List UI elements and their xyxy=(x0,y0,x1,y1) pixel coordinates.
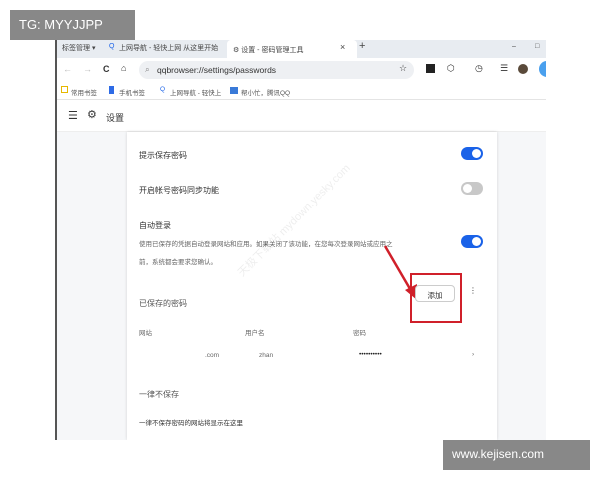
minimize-button[interactable]: – xyxy=(512,43,516,50)
site-watermark: www.kejisen.com xyxy=(443,440,590,470)
hamburger-icon[interactable]: ☰ xyxy=(68,109,78,122)
address-bar[interactable]: ⌕ qqbrowser://settings/passwords xyxy=(139,61,414,79)
column-site: 网站 xyxy=(139,330,152,337)
folder-icon xyxy=(61,86,68,93)
more-options-icon[interactable]: ⋮ xyxy=(469,286,477,295)
offer-save-toggle[interactable] xyxy=(461,147,483,160)
watermark: 天极下载站 mydown.yesky.com xyxy=(235,162,353,280)
gear-icon: ⚙ xyxy=(87,109,97,121)
sync-label: 开启帐号密码同步功能 xyxy=(139,186,219,195)
column-username: 用户名 xyxy=(245,330,265,337)
bookmark-item[interactable]: 帮小忙，腾讯QQ xyxy=(241,87,290,97)
bookmark-icon xyxy=(230,87,238,94)
tab-nav-icon: Q xyxy=(109,43,115,50)
gear-icon: ⚙ xyxy=(233,47,242,54)
tab-settings[interactable]: ⚙ 设置 - 密码管理工具 xyxy=(227,40,357,58)
add-password-button[interactable]: 添加 xyxy=(415,285,455,302)
row-username: zhan xyxy=(259,352,274,359)
auto-login-toggle[interactable] xyxy=(461,235,483,248)
home-button[interactable]: ⌂ xyxy=(121,63,126,73)
bookmark-item[interactable]: 常用书签 xyxy=(71,87,97,97)
bookmark-star-icon[interactable]: ☆ xyxy=(399,63,407,74)
tg-watermark: TG: MYYJJPP xyxy=(10,10,135,40)
column-password: 密码 xyxy=(353,330,366,337)
bookmark-item[interactable]: 上网导航 - 轻快上 xyxy=(170,87,221,97)
sync-toggle[interactable] xyxy=(461,182,483,195)
reload-button[interactable]: C xyxy=(103,64,110,74)
chevron-right-icon[interactable]: › xyxy=(472,351,474,358)
history-icon[interactable]: ◷ xyxy=(475,63,483,74)
puzzle-icon[interactable]: ⬡ xyxy=(447,63,455,74)
settings-header: ☰ ⚙ 设置 xyxy=(57,100,546,132)
auto-login-desc: 前，系统都会要求您确认。 xyxy=(139,259,217,266)
maximize-button[interactable]: □ xyxy=(535,43,539,50)
never-save-empty: 一律不保存密码的网站将显示在这里 xyxy=(139,420,243,427)
offer-save-label: 提示保存密码 xyxy=(139,151,187,160)
toolbar: ← → C ⌂ ⌕ qqbrowser://settings/passwords … xyxy=(57,58,546,82)
bookmarks-bar: 常用书签 手机书签 Q 上网导航 - 轻快上 帮小忙，腾讯QQ xyxy=(57,82,546,100)
mobile-bookmark-icon xyxy=(109,86,114,94)
profile-icon[interactable] xyxy=(539,61,546,77)
table-row[interactable]: .com zhan •••••••••• › xyxy=(127,344,497,368)
qq-icon: Q xyxy=(160,86,166,93)
avatar[interactable] xyxy=(518,64,528,74)
tab-navigation[interactable]: 上网导航 - 轻快上网 从这里开始 xyxy=(119,43,218,53)
browser-window: 标签管理 ▾ Q 上网导航 - 轻快上网 从这里开始 ⚙ 设置 - 密码管理工具… xyxy=(55,40,546,440)
back-button[interactable]: ← xyxy=(63,64,72,74)
saved-passwords-title: 已保存的密码 xyxy=(139,299,187,308)
new-tab-button[interactable]: + xyxy=(359,40,365,52)
row-password: •••••••••• xyxy=(359,351,382,358)
page-title: 设置 xyxy=(106,113,125,123)
auto-login-label: 自动登录 xyxy=(139,221,171,230)
close-tab-button[interactable]: × xyxy=(340,42,345,52)
password-panel: 提示保存密码 开启帐号密码同步功能 自动登录 使用已保存的凭据自动登录网站和应用… xyxy=(127,132,497,440)
search-icon: ⌕ xyxy=(145,64,150,74)
bookmark-item[interactable]: 手机书签 xyxy=(119,87,145,97)
never-save-title: 一律不保存 xyxy=(139,390,179,399)
extension-icon[interactable] xyxy=(426,64,435,73)
tab-bar: 标签管理 ▾ Q 上网导航 - 轻快上网 从这里开始 ⚙ 设置 - 密码管理工具… xyxy=(57,40,546,58)
menu-button[interactable]: ☰ xyxy=(500,63,508,74)
settings-page: 提示保存密码 开启帐号密码同步功能 自动登录 使用已保存的凭据自动登录网站和应用… xyxy=(57,132,546,440)
forward-button[interactable]: → xyxy=(83,64,92,74)
tab-bookmark-manager[interactable]: 标签管理 ▾ xyxy=(62,43,95,53)
row-site: .com xyxy=(205,352,220,359)
